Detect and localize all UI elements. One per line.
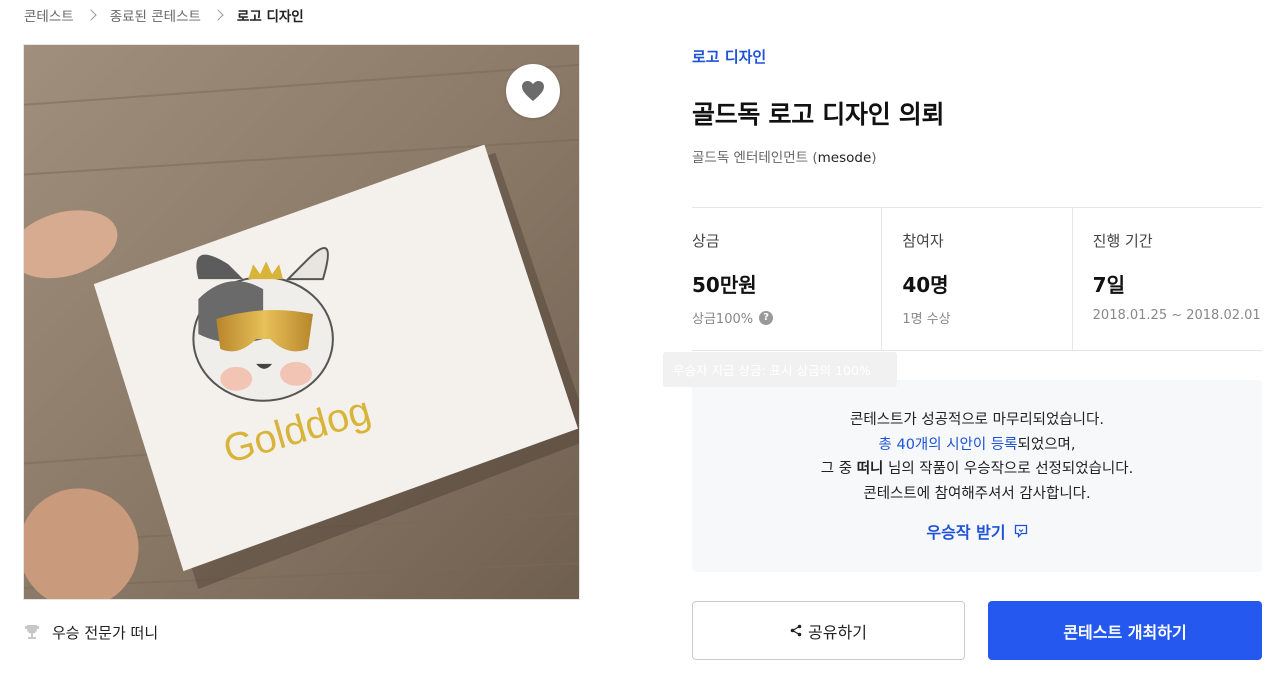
heart-icon xyxy=(522,81,544,101)
contest-result-notice: 콘테스트가 성공적으로 마무리되었습니다. 총 40개의 시안이 등록되었으며,… xyxy=(692,380,1262,572)
notice-text: 님의 작품이 우승작으로 선정되었습니다. xyxy=(883,461,1134,477)
contest-stats: 상금 50만원 상금100% ? 참여자 40명 1명 수상 진행 기간 7일 … xyxy=(692,207,1262,351)
stat-value: 50만원 xyxy=(692,273,757,297)
stat-label: 상금 xyxy=(692,232,720,250)
breadcrumb: 콘테스트 종료된 콘테스트 로고 디자인 xyxy=(24,5,304,25)
chat-bubble-icon xyxy=(1014,524,1027,538)
notice-text: 그 중 xyxy=(820,461,857,477)
host-close: ) xyxy=(871,150,877,166)
stat-sub: 상금100% ? xyxy=(692,308,774,327)
contest-category[interactable]: 로고 디자인 xyxy=(692,46,766,67)
contest-title: 골드독 로고 디자인 의뢰 xyxy=(692,100,945,129)
host-id: mesode xyxy=(817,150,872,166)
breadcrumb-contest[interactable]: 콘테스트 xyxy=(24,5,74,25)
notice-text: 되었으며, xyxy=(1017,436,1076,453)
contest-host: 골드독 엔터테인먼트 (mesode) xyxy=(692,146,877,166)
winner-label: 우승 전문가 떠니 xyxy=(52,623,159,642)
trophy-icon xyxy=(25,625,39,639)
chevron-right-icon xyxy=(85,9,97,21)
stat-label: 진행 기간 xyxy=(1092,232,1153,250)
breadcrumb-current: 로고 디자인 xyxy=(236,9,304,25)
like-button[interactable] xyxy=(506,64,560,118)
winner-info: 우승 전문가 떠니 xyxy=(24,620,158,644)
get-winning-work-link[interactable]: 우승작 받기 xyxy=(692,519,1262,543)
winning-work-image: Golddog xyxy=(23,44,580,600)
help-icon[interactable]: ? xyxy=(759,310,774,325)
breadcrumb-ended-contest[interactable]: 종료된 콘테스트 xyxy=(110,5,201,25)
contest-detail-panel: 로고 디자인 골드독 로고 디자인 의뢰 골드독 엔터테인먼트 (mesode)… xyxy=(692,0,1262,688)
stat-value: 7일 xyxy=(1092,273,1125,297)
winner-name: 떠니 xyxy=(856,461,884,477)
notice-line: 그 중 떠니 님의 작품이 우승작으로 선정되었습니다. xyxy=(692,457,1262,482)
host-contest-button[interactable]: 콘테스트 개최하기 xyxy=(988,601,1262,660)
business-card-photo: Golddog xyxy=(24,45,579,599)
stat-duration: 진행 기간 7일 2018.01.25 ~ 2018.02.01 xyxy=(1071,208,1262,350)
stat-sub: 2018.01.25 ~ 2018.02.01 xyxy=(1092,308,1261,323)
share-icon xyxy=(790,624,802,637)
submissions-link[interactable]: 총 40개의 시안이 등록 xyxy=(879,437,1018,453)
prize-percent: 상금100% xyxy=(692,312,754,327)
stat-value: 40명 xyxy=(902,273,949,297)
notice-line: 콘테스트에 참여해주셔서 감사합니다. xyxy=(863,485,1091,502)
chevron-right-icon xyxy=(212,9,224,21)
get-winning-work-label: 우승작 받기 xyxy=(926,523,1006,542)
stat-sub: 1명 수상 xyxy=(902,312,951,327)
stat-prize: 상금 50만원 상금100% ? xyxy=(692,208,881,350)
share-button[interactable]: 공유하기 xyxy=(692,601,965,660)
stat-participants: 참여자 40명 1명 수상 xyxy=(881,208,1071,350)
notice-line: 총 40개의 시안이 등록되었으며, xyxy=(692,433,1262,458)
stat-label: 참여자 xyxy=(902,232,944,250)
host-name: 골드독 엔터테인먼트 ( xyxy=(692,150,818,166)
prize-tooltip: 우승자 지급 상금: 표시 상금의 100% xyxy=(663,352,897,387)
share-label: 공유하기 xyxy=(808,622,867,642)
notice-line: 콘테스트가 성공적으로 마무리되었습니다. xyxy=(850,412,1104,428)
